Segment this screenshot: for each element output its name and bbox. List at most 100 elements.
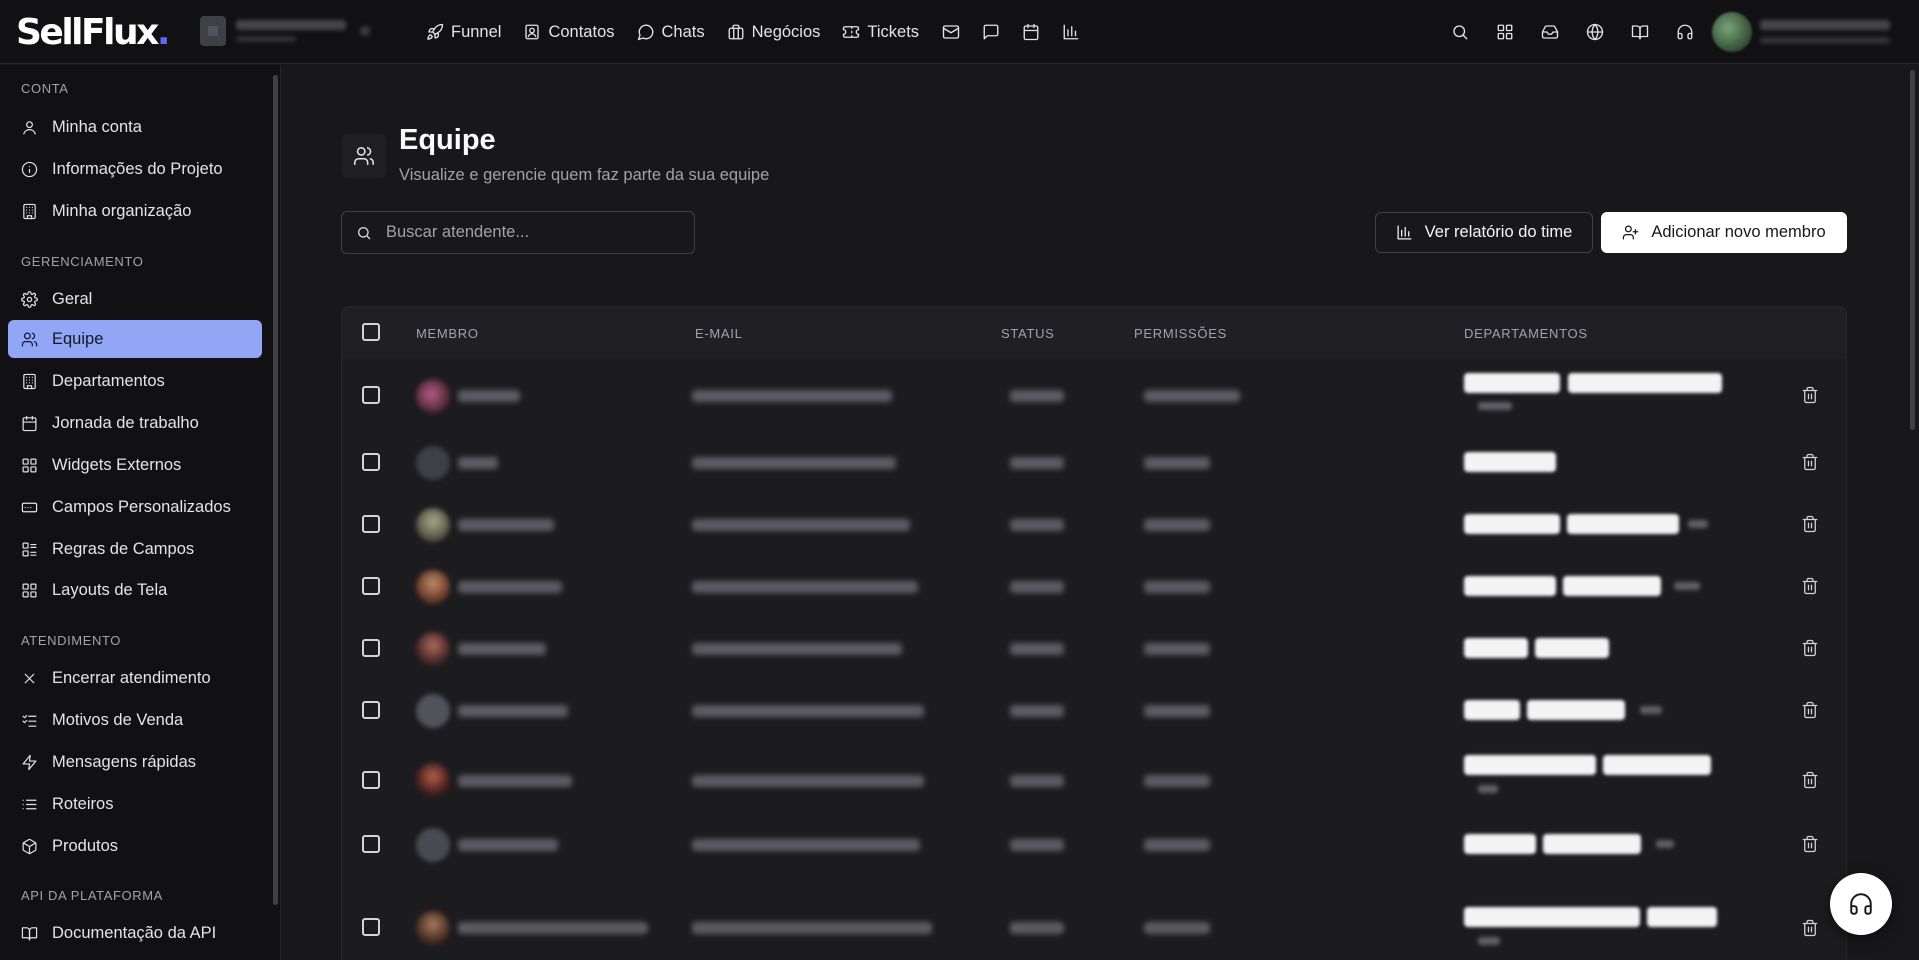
project-avatar [200, 16, 226, 46]
main-scrollbar[interactable] [1910, 70, 1915, 430]
row-checkbox[interactable] [362, 835, 380, 853]
row-checkbox[interactable] [362, 771, 380, 789]
delete-member-button[interactable] [1801, 835, 1819, 853]
sidebar-item-encerrar-atendimento[interactable]: Encerrar atendimento [8, 659, 262, 697]
add-member-button[interactable]: Adicionar novo membro [1601, 212, 1847, 253]
inbox-icon[interactable] [1540, 22, 1560, 42]
sidebar-scrollbar[interactable] [273, 75, 278, 905]
sidebar-item-equipe[interactable]: Equipe [8, 320, 262, 358]
column-header-departamentos[interactable]: DEPARTAMENTOS [1464, 326, 1588, 341]
delete-member-button[interactable] [1801, 386, 1819, 404]
delete-member-button[interactable] [1801, 577, 1819, 595]
sidebar-item-jornada-trabalho[interactable]: Jornada de trabalho [8, 404, 262, 442]
row-checkbox[interactable] [362, 515, 380, 533]
sidebar-item-produtos[interactable]: Produtos [8, 827, 262, 865]
sidebar-item-regras-campos[interactable]: Regras de Campos [8, 530, 262, 568]
nav-negocios[interactable]: Negócios [727, 23, 820, 42]
globe-icon[interactable] [1585, 22, 1605, 42]
row-checkbox[interactable] [362, 577, 380, 595]
nav-tickets[interactable]: Tickets [842, 23, 919, 42]
column-header-status[interactable]: STATUS [1001, 326, 1055, 341]
list-icon [21, 796, 38, 813]
avatar [1712, 12, 1752, 52]
table-row[interactable] [342, 359, 1846, 431]
support-chat-button[interactable] [1830, 873, 1892, 935]
table-row[interactable] [342, 813, 1846, 875]
delete-member-button[interactable] [1801, 701, 1819, 719]
member-permission-redacted [1144, 457, 1210, 469]
user-icon [21, 119, 38, 136]
nav-contatos[interactable]: Contatos [523, 23, 615, 42]
nav-funnel[interactable]: Funnel [426, 23, 501, 42]
department-more-redacted [1656, 840, 1674, 848]
department-badge [1464, 373, 1560, 393]
book-icon[interactable] [1630, 22, 1650, 42]
department-badge [1464, 452, 1556, 472]
department-badge [1464, 834, 1536, 854]
row-checkbox[interactable] [362, 701, 380, 719]
sidebar-item-documentacao-api[interactable]: Documentação da API [8, 914, 262, 952]
sidebar-item-roteiros[interactable]: Roteiros [8, 785, 262, 823]
search-field[interactable] [341, 211, 695, 254]
row-checkbox[interactable] [362, 918, 380, 936]
sidebar-item-widgets-externos[interactable]: Widgets Externos [8, 446, 262, 484]
sidebar-item-minha-conta[interactable]: Minha conta [8, 108, 262, 146]
message-icon[interactable] [981, 22, 1001, 42]
sidebar-item-label: Campos Personalizados [52, 497, 231, 516]
avatar [416, 570, 450, 604]
column-header-permissoes[interactable]: PERMISSÕES [1134, 326, 1227, 341]
sidebar-item-departamentos[interactable]: Departamentos [8, 362, 262, 400]
apps-grid-icon[interactable] [1495, 22, 1515, 42]
project-name-redacted [236, 20, 346, 42]
row-checkbox[interactable] [362, 386, 380, 404]
row-checkbox[interactable] [362, 453, 380, 471]
building-icon [21, 373, 38, 390]
row-checkbox[interactable] [362, 639, 380, 657]
layout-icon [21, 582, 38, 599]
sidebar-item-geral[interactable]: Geral [8, 280, 262, 318]
sidebar-item-label: Encerrar atendimento [52, 668, 211, 687]
delete-member-button[interactable] [1801, 771, 1819, 789]
team-report-button[interactable]: Ver relatório do time [1375, 212, 1593, 253]
department-badge [1563, 576, 1661, 596]
delete-member-button[interactable] [1801, 453, 1819, 471]
sidebar-item-minha-organizacao[interactable]: Minha organização [8, 192, 262, 230]
sidebar-item-layouts-tela[interactable]: Layouts de Tela [8, 571, 262, 609]
bar-chart-icon[interactable] [1061, 22, 1081, 42]
mail-icon[interactable] [941, 22, 961, 42]
sidebar-item-motivos-venda[interactable]: Motivos de Venda [8, 701, 262, 739]
table-row[interactable] [342, 875, 1846, 955]
table-row[interactable] [342, 493, 1846, 555]
calendar-icon[interactable] [1021, 22, 1041, 42]
member-permission-redacted [1144, 922, 1210, 934]
member-name-redacted [458, 390, 520, 402]
delete-member-button[interactable] [1801, 515, 1819, 533]
table-header: MEMBRO E-MAIL STATUS PERMISSÕES DEPARTAM… [342, 307, 1846, 359]
column-header-membro[interactable]: MEMBRO [416, 326, 479, 341]
search-input[interactable] [386, 223, 686, 242]
select-all-checkbox[interactable] [362, 323, 380, 341]
table-row[interactable] [342, 679, 1846, 741]
table-row[interactable] [342, 741, 1846, 813]
column-header-email[interactable]: E-MAIL [695, 326, 743, 341]
table-row[interactable] [342, 617, 1846, 679]
sidebar-item-mensagens-rapidas[interactable]: Mensagens rápidas [8, 743, 262, 781]
headset-icon[interactable] [1675, 22, 1695, 42]
trash-icon [1802, 453, 1818, 471]
sidebar-item-informacoes-projeto[interactable]: Informações do Projeto [8, 150, 262, 188]
trash-icon [1802, 577, 1818, 595]
table-row[interactable] [342, 555, 1846, 617]
sidebar-item-campos-personalizados[interactable]: Campos Personalizados [8, 488, 262, 526]
delete-member-button[interactable] [1801, 639, 1819, 657]
nav-chats[interactable]: Chats [637, 23, 705, 42]
sidebar-item-label: Roteiros [52, 794, 114, 813]
settings-sidebar: CONTA Minha conta Informações do Projeto… [0, 65, 281, 960]
project-selector[interactable] [200, 16, 370, 46]
member-status-redacted [1010, 839, 1064, 851]
app-logo[interactable]: SellFlux. [16, 12, 171, 53]
table-row[interactable] [342, 431, 1846, 493]
delete-member-button[interactable] [1801, 919, 1819, 937]
user-menu[interactable] [1712, 12, 1890, 52]
calendar-icon [21, 415, 38, 432]
search-icon[interactable] [1450, 22, 1470, 42]
